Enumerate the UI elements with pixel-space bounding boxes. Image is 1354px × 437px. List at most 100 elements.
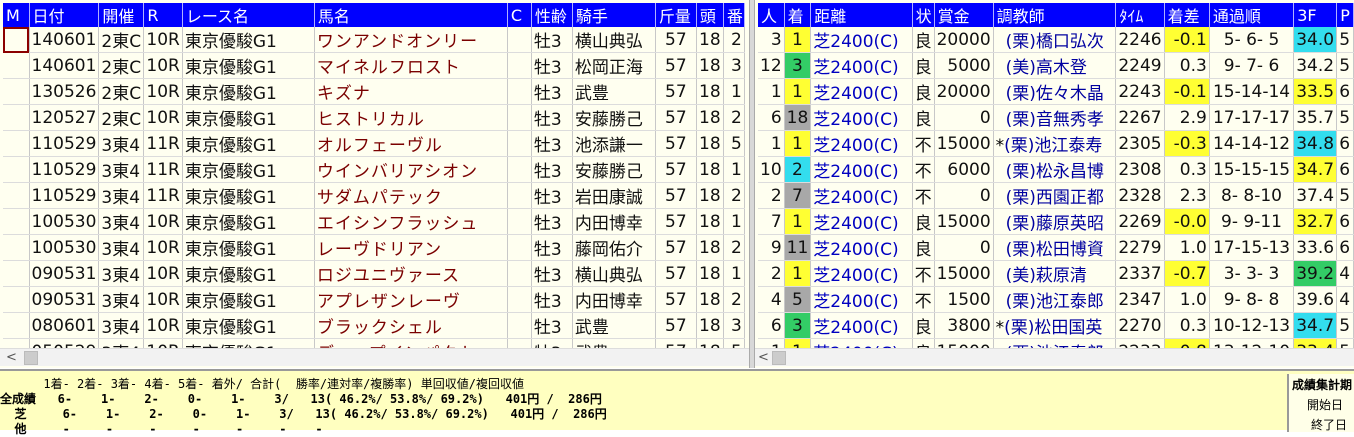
sex-cell[interactable]: 牡3: [531, 260, 573, 287]
to-cell[interactable]: 18: [696, 52, 724, 79]
nin-cell[interactable]: 1: [758, 78, 785, 105]
c-cell[interactable]: [507, 260, 532, 287]
diff-cell[interactable]: -0.0: [1164, 208, 1210, 235]
column-header[interactable]: レース名: [182, 3, 315, 27]
diff-cell[interactable]: 2.3: [1164, 182, 1210, 209]
pass-cell[interactable]: 9- 9-11: [1209, 208, 1295, 235]
f3-cell[interactable]: 39.6: [1293, 286, 1338, 313]
date-cell[interactable]: 100530: [29, 234, 100, 261]
column-header[interactable]: 番: [723, 3, 745, 27]
jockey-cell[interactable]: 岩田康誠: [572, 182, 656, 209]
nin-cell[interactable]: 10: [758, 156, 785, 183]
p-cell[interactable]: 5: [1336, 104, 1354, 131]
sex-cell[interactable]: 牡3: [531, 234, 573, 261]
to-cell[interactable]: 18: [696, 104, 724, 131]
ban-cell[interactable]: 2: [723, 27, 745, 53]
time-cell[interactable]: 2267: [1115, 104, 1165, 131]
table-row[interactable]: 1 1 芝2400(C) 良 20000 (栗)佐々木晶 2243 -0.1 15-14-14 3…: [758, 78, 1354, 105]
column-header[interactable]: 性齢: [531, 3, 573, 27]
table-row[interactable]: 100530 3東4 10R 東京優駿G1 エイシンフラッシュ 牡3 内田博幸 57 18 1: [3, 208, 745, 235]
horse-cell[interactable]: ヒストリカル: [314, 104, 508, 131]
p-cell[interactable]: 5: [1336, 27, 1354, 53]
sex-cell[interactable]: 牡3: [531, 52, 573, 79]
ban-cell[interactable]: 1: [723, 208, 745, 235]
kin-cell[interactable]: 57: [655, 27, 697, 53]
pass-cell[interactable]: 5- 6- 5: [1209, 27, 1295, 53]
f3-cell[interactable]: 33.6: [1293, 234, 1338, 261]
sex-cell[interactable]: 牡3: [531, 208, 573, 235]
table-row[interactable]: 100530 3東4 10R 東京優駿G1 レーヴドリアン 牡3 藤岡佑介 57 18 2: [3, 234, 745, 261]
kaisai-cell[interactable]: 2東C: [98, 52, 145, 79]
column-header[interactable]: C: [507, 3, 532, 27]
race-cell[interactable]: 東京優駿G1: [182, 182, 315, 209]
column-header[interactable]: M: [3, 3, 30, 27]
to-cell[interactable]: 18: [696, 208, 724, 235]
ban-cell[interactable]: 2: [723, 182, 745, 209]
kin-cell[interactable]: 57: [655, 156, 697, 183]
jyo-cell[interactable]: 良: [912, 234, 935, 261]
chaku-cell[interactable]: 1: [784, 78, 812, 105]
f3-cell[interactable]: 33.5: [1293, 78, 1338, 105]
jyo-cell[interactable]: 不: [912, 156, 935, 183]
time-cell[interactable]: 2347: [1115, 286, 1165, 313]
p-cell[interactable]: 6: [1336, 208, 1354, 235]
column-header[interactable]: P: [1336, 3, 1354, 27]
dist-cell[interactable]: 芝2400(C): [810, 78, 913, 105]
kin-cell[interactable]: 57: [655, 312, 697, 339]
summary-start[interactable]: 開始日: [1289, 393, 1354, 413]
nin-cell[interactable]: 2: [758, 182, 785, 209]
jyo-cell[interactable]: 良: [912, 208, 935, 235]
table-row[interactable]: 110529 3東4 11R 東京優駿G1 ウインバリアシオン 牡3 安藤勝己 57 18 1: [3, 156, 745, 183]
ban-cell[interactable]: 2: [723, 234, 745, 261]
to-cell[interactable]: 18: [696, 130, 724, 157]
p-cell[interactable]: 4: [1336, 260, 1354, 287]
horse-cell[interactable]: サダムパテック: [314, 182, 508, 209]
kaisai-cell[interactable]: 3東4: [98, 312, 145, 339]
f3-cell[interactable]: 34.0: [1293, 27, 1338, 53]
left-race-grid[interactable]: M 日付 開催 R レース名 馬名 C 性齢 騎手 斤量頭番 140601 2東C 10R 東京優駿G1…: [0, 0, 749, 368]
dist-cell[interactable]: 芝2400(C): [810, 130, 913, 157]
pass-cell[interactable]: 3- 3- 3: [1209, 260, 1295, 287]
chaku-cell[interactable]: 1: [784, 27, 812, 53]
time-cell[interactable]: 2305: [1115, 130, 1165, 157]
date-cell[interactable]: 090531: [29, 286, 100, 313]
trainer-cell[interactable]: (栗)音無秀孝: [993, 104, 1117, 131]
column-header[interactable]: 騎手: [572, 3, 656, 27]
pass-cell[interactable]: 17-15-13: [1209, 234, 1295, 261]
scroll-left-icon[interactable]: <: [758, 350, 769, 365]
kaisai-cell[interactable]: 3東4: [98, 182, 145, 209]
kin-cell[interactable]: 57: [655, 78, 697, 105]
to-cell[interactable]: 18: [696, 27, 724, 53]
sex-cell[interactable]: 牡3: [531, 286, 573, 313]
p-cell[interactable]: 5: [1336, 312, 1354, 339]
pass-cell[interactable]: 15-15-15: [1209, 156, 1295, 183]
kaisai-cell[interactable]: 3東4: [98, 130, 145, 157]
to-cell[interactable]: 18: [696, 78, 724, 105]
diff-cell[interactable]: 0.3: [1164, 52, 1210, 79]
p-cell[interactable]: 5: [1336, 182, 1354, 209]
scroll-left-icon[interactable]: <: [6, 350, 17, 365]
column-header[interactable]: 調教師: [993, 3, 1117, 27]
ban-cell[interactable]: 3: [723, 52, 745, 79]
trainer-cell[interactable]: *(栗)松田国英: [993, 312, 1117, 339]
sex-cell[interactable]: 牡3: [531, 182, 573, 209]
ban-cell[interactable]: 1: [723, 260, 745, 287]
time-cell[interactable]: 2269: [1115, 208, 1165, 235]
horse-cell[interactable]: アプレザンレーヴ: [314, 286, 508, 313]
race-cell[interactable]: 東京優駿G1: [182, 27, 315, 53]
jockey-cell[interactable]: 横山典弘: [572, 260, 656, 287]
jockey-cell[interactable]: 内田博幸: [572, 208, 656, 235]
m-cell[interactable]: [3, 234, 30, 261]
kaisai-cell[interactable]: 2東C: [98, 27, 145, 53]
race-cell[interactable]: 東京優駿G1: [182, 234, 315, 261]
jockey-cell[interactable]: 藤岡佑介: [572, 234, 656, 261]
table-row[interactable]: 10 2 芝2400(C) 不 6000 (栗)松永昌博 2308 0.3 15-15-15 34…: [758, 156, 1354, 183]
prize-cell[interactable]: 1500: [934, 286, 994, 313]
f3-cell[interactable]: 34.7: [1293, 156, 1338, 183]
pass-cell[interactable]: 8- 8-10: [1209, 182, 1295, 209]
column-header[interactable]: 頭: [696, 3, 724, 27]
to-cell[interactable]: 18: [696, 286, 724, 313]
nin-cell[interactable]: 9: [758, 234, 785, 261]
race-cell[interactable]: 東京優駿G1: [182, 156, 315, 183]
ban-cell[interactable]: 1: [723, 78, 745, 105]
